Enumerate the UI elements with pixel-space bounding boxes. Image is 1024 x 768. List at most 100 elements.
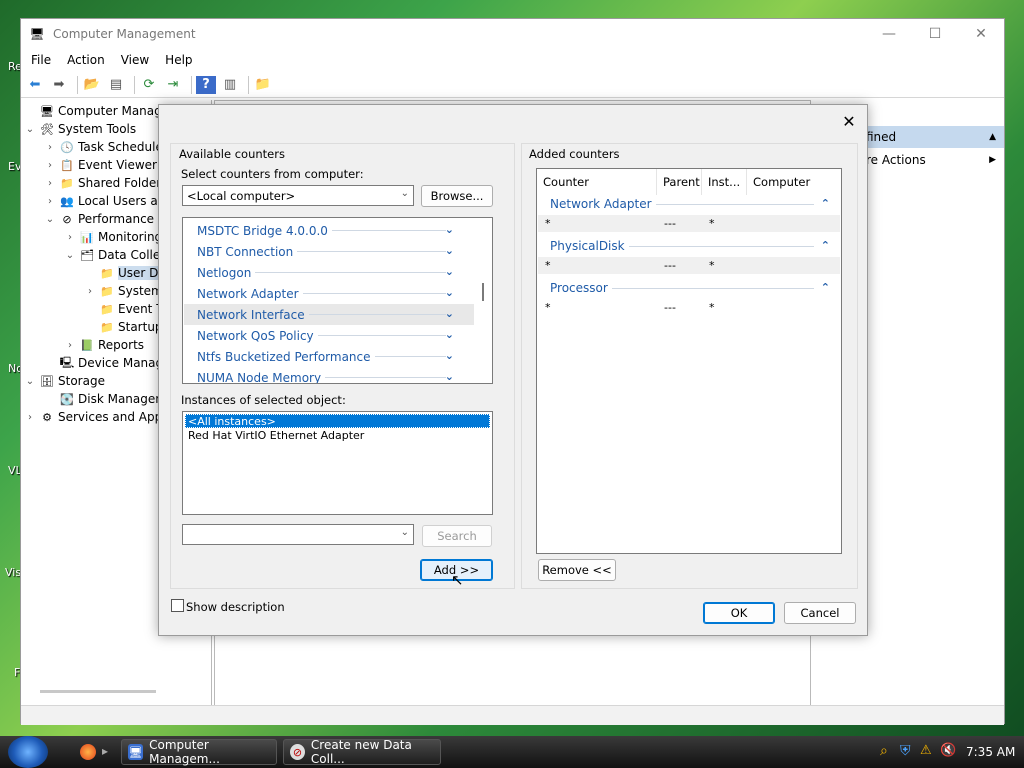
tree-item-services-apps[interactable]: › ⚙ Services and Appl [24, 408, 166, 426]
collapse-up-icon[interactable]: ⌃ [821, 281, 830, 294]
tree-item-device-manager[interactable]: 🖳 Device Manag [44, 354, 163, 372]
show-action-pane-icon[interactable]: ▥ [220, 76, 240, 94]
desktop-icon-label[interactable]: Vis [5, 566, 21, 579]
tree-item-reports[interactable]: › 📗 Reports [64, 336, 144, 354]
start-button[interactable] [8, 736, 48, 768]
expand-icon[interactable]: › [44, 160, 56, 171]
refresh-icon[interactable]: ⟳ [139, 76, 159, 94]
tree-item-startup[interactable]: 📁 Startup [84, 318, 162, 336]
collapse-icon[interactable]: ⌄ [64, 250, 76, 261]
added-counter-row[interactable]: * --- * [538, 299, 840, 316]
remove-button[interactable]: Remove << [538, 559, 616, 581]
instance-item[interactable]: Red Hat VirtIO Ethernet Adapter [185, 428, 490, 442]
taskbar-item-data-collector[interactable]: ⊘ Create new Data Coll... [283, 738, 441, 766]
taskbar-item-computer-management[interactable]: 🖥 Computer Managem... [121, 738, 277, 766]
collapse-icon[interactable]: ⌄ [24, 124, 36, 135]
added-counter-row[interactable]: * --- * [538, 215, 840, 232]
added-group-header[interactable]: PhysicalDisk ⌃ [538, 236, 840, 256]
close-button[interactable]: ✕ [958, 19, 1004, 49]
menu-help[interactable]: Help [165, 53, 192, 67]
forward-arrow-icon[interactable]: ➡ [49, 76, 69, 94]
tree-item-shared-folders[interactable]: › 📁 Shared Folders [44, 174, 167, 192]
column-header-instance[interactable]: Inst... [702, 169, 747, 195]
chevron-down-icon[interactable]: ⌄ [445, 286, 454, 299]
show-description-label[interactable]: Show description [186, 600, 285, 614]
search-button[interactable]: Search [422, 525, 492, 547]
tree-item-disk-management[interactable]: 💽 Disk Managem [44, 390, 167, 408]
counter-item[interactable]: NBT Connection ⌄ [184, 241, 474, 262]
list-scrollbar-thumb[interactable] [482, 283, 484, 301]
counter-item-selected[interactable]: Network Interface ⌄ [184, 304, 474, 325]
tree-item-user-defined[interactable]: 📁 User De [84, 264, 166, 282]
chevron-down-icon[interactable]: ⌄ [445, 265, 454, 278]
expand-icon[interactable]: › [44, 142, 56, 153]
computer-select[interactable]: <Local computer> ⌄ [182, 185, 414, 206]
chevron-down-icon[interactable]: ⌄ [445, 307, 454, 320]
show-hide-tree-icon[interactable]: ▤ [106, 76, 126, 94]
counter-item[interactable]: Network Adapter ⌄ [184, 283, 474, 304]
browse-button[interactable]: Browse... [421, 185, 493, 207]
title-bar[interactable]: 🖥 Computer Management — ☐ ✕ [21, 19, 1004, 49]
column-header-counter[interactable]: Counter [537, 169, 657, 195]
quick-launch-icon[interactable]: ▸ [102, 744, 116, 760]
expand-icon[interactable]: › [44, 178, 56, 189]
added-counters-list[interactable]: Counter Parent Inst... Computer Network … [536, 168, 842, 554]
tree-item-system-tools[interactable]: ⌄ 🛠 System Tools [24, 120, 136, 138]
up-folder-icon[interactable]: 📂 [82, 76, 102, 94]
collapse-up-icon[interactable]: ⌃ [821, 197, 830, 210]
tree-item-performance[interactable]: ⌄ ⊘ Performance [44, 210, 154, 228]
expand-icon[interactable]: › [64, 340, 76, 351]
menu-view[interactable]: View [121, 53, 149, 67]
instances-list[interactable]: <All instances> Red Hat VirtIO Ethernet … [182, 411, 493, 515]
network-icon[interactable]: ⛨ [900, 743, 911, 759]
instance-item-selected[interactable]: <All instances> [185, 414, 490, 428]
chevron-down-icon[interactable]: ⌄ [445, 328, 454, 341]
collapse-up-icon[interactable]: ⌃ [821, 239, 830, 252]
tree-item-monitoring-tools[interactable]: › 📊 Monitoring [64, 228, 162, 246]
chevron-down-icon[interactable]: ⌄ [445, 349, 454, 362]
tree-item-task-scheduler[interactable]: › 🕓 Task Schedule [44, 138, 163, 156]
firefox-icon[interactable] [80, 744, 96, 760]
expand-icon[interactable]: › [64, 232, 76, 243]
back-arrow-icon[interactable]: ⬅ [25, 76, 45, 94]
cancel-button[interactable]: Cancel [784, 602, 856, 624]
counter-item[interactable]: Network QoS Policy ⌄ [184, 325, 474, 346]
new-collector-icon[interactable]: 📁 [253, 76, 273, 94]
tree-item-system[interactable]: › 📁 System [84, 282, 163, 300]
tree-item-storage[interactable]: ⌄ 🗄 Storage [24, 372, 105, 390]
column-header-parent[interactable]: Parent [657, 169, 702, 195]
minimize-button[interactable]: — [866, 19, 912, 49]
chevron-down-icon[interactable]: ⌄ [445, 244, 454, 257]
export-list-icon[interactable]: ⇥ [163, 76, 183, 94]
menu-action[interactable]: Action [67, 53, 105, 67]
counter-item[interactable]: Netlogon ⌄ [184, 262, 474, 283]
expand-icon[interactable]: › [24, 412, 36, 423]
collapse-icon[interactable]: ⌄ [44, 214, 56, 225]
chevron-down-icon[interactable]: ⌄ [445, 223, 454, 236]
tree-item-event-trace[interactable]: 📁 Event T [84, 300, 163, 318]
tree-item-local-users[interactable]: › 👥 Local Users an [44, 192, 165, 210]
warning-icon[interactable]: ⚠ [920, 743, 932, 758]
clock[interactable]: 7:35 AM [966, 745, 1015, 759]
dialog-close-button[interactable]: ✕ [839, 111, 859, 131]
added-group-header[interactable]: Processor ⌃ [538, 278, 840, 298]
column-header-computer[interactable]: Computer [747, 169, 841, 195]
expand-icon[interactable]: › [44, 196, 56, 207]
show-description-checkbox[interactable] [171, 599, 184, 612]
search-icon[interactable]: ⌕ [880, 743, 888, 759]
chevron-down-icon[interactable]: ⌄ [445, 370, 454, 383]
collapse-up-icon[interactable]: ▲ [989, 132, 996, 142]
instance-search-field[interactable]: ⌄ [182, 524, 414, 545]
counter-item[interactable]: Ntfs Bucketized Performance ⌄ [184, 346, 474, 367]
added-counter-row[interactable]: * --- * [538, 257, 840, 274]
expand-icon[interactable]: › [84, 286, 96, 297]
counter-list[interactable]: MSDTC Bridge 4.0.0.0 ⌄ NBT Connection ⌄ Ne… [182, 217, 493, 384]
horizontal-scrollbar[interactable] [40, 690, 156, 693]
collapse-icon[interactable]: ⌄ [24, 376, 36, 387]
added-group-header[interactable]: Network Adapter ⌃ [538, 194, 840, 214]
tree-item-event-viewer[interactable]: › 📋 Event Viewer [44, 156, 157, 174]
maximize-button[interactable]: ☐ [912, 19, 958, 49]
help-icon[interactable]: ? [196, 75, 216, 94]
tree-item-data-collector-sets[interactable]: ⌄ 🗂 Data Colle [64, 246, 160, 264]
menu-file[interactable]: File [31, 53, 51, 67]
